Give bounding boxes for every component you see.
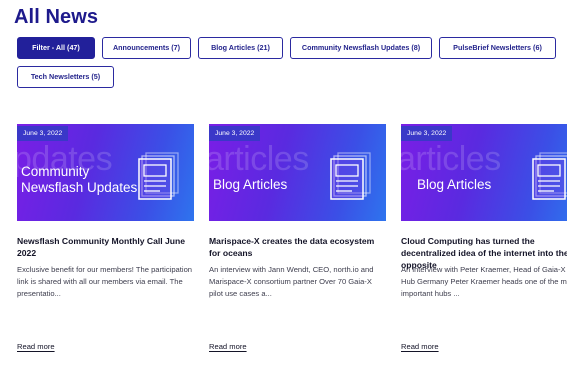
read-more-link[interactable]: Read more [401, 342, 439, 351]
thumbnail-watermark-text: articles [401, 140, 501, 178]
card-title[interactable]: Marispace-X creates the data ecosystem f… [209, 235, 386, 259]
category-label: Community Newsflash Updates [21, 164, 138, 195]
date-badge: June 3, 2022 [401, 126, 453, 141]
document-icon [138, 152, 179, 200]
document-icon [532, 152, 567, 200]
news-page: All News Filter - All (47) Announcements… [0, 0, 567, 367]
filter-announcements-button[interactable]: Announcements (7) [102, 37, 191, 59]
page-title: All News [14, 6, 99, 28]
card-thumbnail[interactable]: articles June 3, 2022 Blog Articles [401, 124, 567, 221]
filter-pulsebrief-button[interactable]: PulseBrief Newsletters (6) [439, 37, 556, 59]
read-more-link[interactable]: Read more [17, 342, 55, 351]
card-thumbnail[interactable]: pdates June 3, 2022 Community Newsflash … [17, 124, 194, 221]
read-more-link[interactable]: Read more [209, 342, 247, 351]
card-excerpt: An interview with Peter Kraemer, Head of… [401, 265, 567, 298]
news-card: articles June 3, 2022 Blog Articles Mari… [209, 124, 386, 351]
filter-community-newsflash-button[interactable]: Community Newsflash Updates (8) [290, 37, 432, 59]
document-icon [330, 152, 371, 200]
filter-tech-newsletters-button[interactable]: Tech Newsletters (5) [17, 66, 114, 88]
category-label: Blog Articles [213, 177, 288, 192]
date-badge: June 3, 2022 [17, 126, 69, 141]
card-thumbnail[interactable]: articles June 3, 2022 Blog Articles [209, 124, 386, 221]
thumbnail-watermark-text: articles [209, 140, 309, 178]
card-excerpt: An interview with Jann Wendt, CEO, north… [209, 265, 374, 298]
category-label: Blog Articles [417, 177, 492, 192]
filter-all-button[interactable]: Filter - All (47) [17, 37, 95, 59]
filter-blog-articles-button[interactable]: Blog Articles (21) [198, 37, 283, 59]
news-card: pdates June 3, 2022 Community Newsflash … [17, 124, 194, 351]
card-title[interactable]: Newsflash Community Monthly Call June 20… [17, 235, 194, 259]
date-badge: June 3, 2022 [209, 126, 261, 141]
card-excerpt: Exclusive benefit for our members! The p… [17, 265, 193, 298]
news-card: articles June 3, 2022 Blog Articles Clou… [401, 124, 567, 351]
